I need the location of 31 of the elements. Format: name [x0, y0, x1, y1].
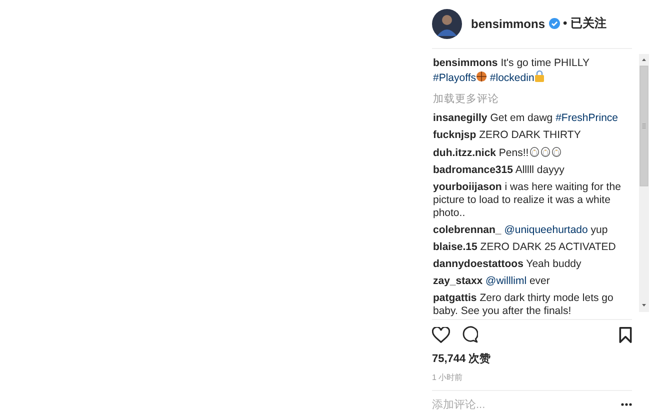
comment-text: blaise.15 ZERO DARK 25 ACTIVATED — [433, 240, 617, 254]
comment-icon[interactable] — [461, 326, 478, 344]
likes-count[interactable]: 75,744 次赞 — [432, 350, 650, 366]
avatar-icon[interactable] — [432, 8, 462, 39]
comment-text: duh.itzz.nick Pens!! — [433, 146, 627, 160]
post-time: 1 小时前 — [432, 372, 464, 383]
scrollbar[interactable] — [639, 54, 649, 312]
basketball-icon — [476, 70, 487, 82]
comment-text: colebrennan_ @uniqueehurtado yup — [433, 224, 609, 237]
comment-text: yourboiijason i was here waiting for the picture to load to realize it was a white photo.. — [433, 180, 622, 220]
comment-text: fucknjsp ZERO DARK THIRTY — [433, 128, 582, 142]
lock-icon — [534, 70, 546, 82]
comment-text: zay_staxx @willliml ever — [433, 274, 551, 288]
caption-text: bensimmons It's go time PHILLY #Playoffs #lockedin — [433, 56, 590, 85]
comment-link[interactable]: #FreshPrince — [556, 112, 618, 124]
hashtag-link[interactable]: #Playoffs — [433, 72, 476, 84]
more-options-icon[interactable] — [621, 403, 632, 406]
bookmark-icon[interactable] — [619, 326, 632, 343]
hashtag-link[interactable]: #lockedin — [490, 72, 534, 84]
heart-icon[interactable] — [432, 326, 450, 343]
penguin-icon — [550, 146, 562, 157]
comment-text: patgattis Zero dark thirty mode lets go baby. See you after the finals! — [433, 292, 614, 318]
comment-text: insanegilly Get em dawg #FreshPrince — [433, 112, 620, 125]
penguin-icon — [528, 146, 540, 157]
comment-link[interactable]: @uniqueehurtado — [504, 224, 588, 236]
comment-text: badromance315 Alllll dayyy — [433, 164, 566, 177]
comment-text: dannydoestattoos Yeah buddy — [433, 258, 582, 271]
penguin-icon — [540, 146, 551, 157]
follow-status[interactable]: • 已关注 — [563, 15, 607, 32]
comment-link[interactable]: @willliml — [486, 274, 527, 287]
author-name[interactable]: bensimmons — [471, 16, 546, 31]
